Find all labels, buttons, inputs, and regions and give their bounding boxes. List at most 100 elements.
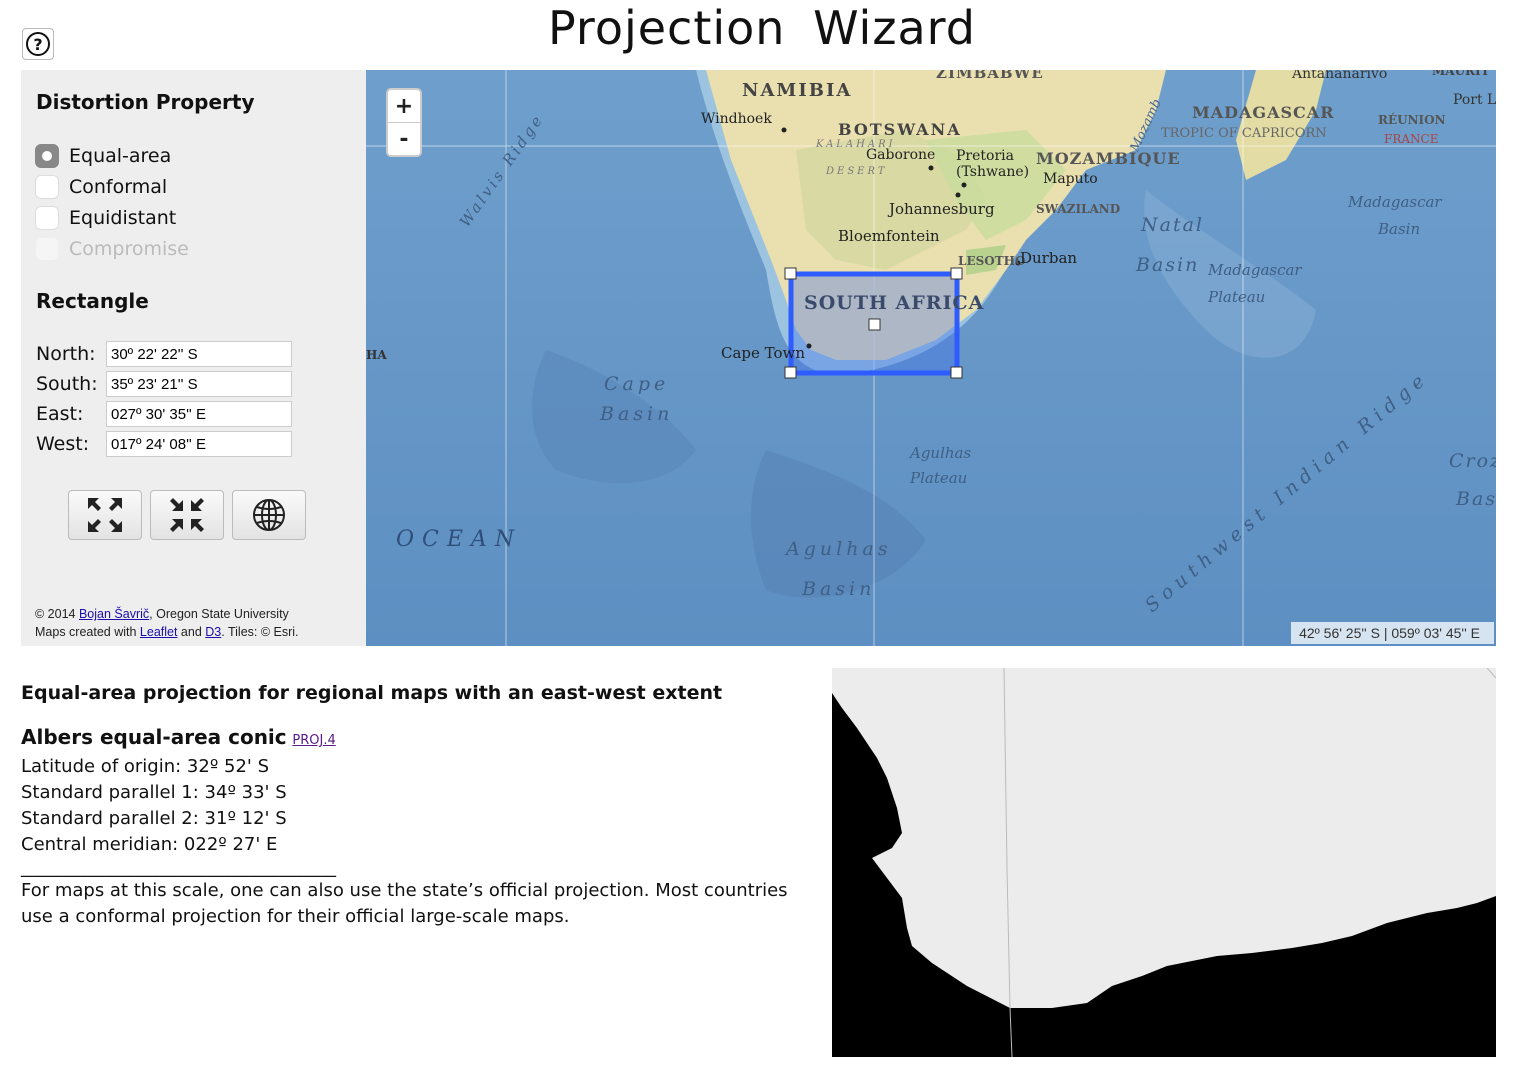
- expand-arrows-icon: [88, 498, 122, 532]
- map-label: Cape Town: [721, 344, 806, 362]
- map-label: BOTSWANA: [838, 120, 962, 139]
- radio-equidistant[interactable]: Equidistant: [35, 206, 176, 230]
- standard-parallel-1: Standard parallel 1: 34º 33' S: [21, 782, 287, 803]
- map-label: Plateau: [910, 469, 968, 487]
- west-row: West:: [36, 431, 292, 457]
- map-label: Basin: [1378, 220, 1421, 238]
- map-label: Johannesburg: [889, 200, 995, 218]
- south-label: South:: [36, 373, 98, 395]
- map-label: MOZAMBIQUE: [1036, 149, 1181, 168]
- west-input[interactable]: [106, 431, 292, 457]
- map-label: Basin: [802, 578, 876, 600]
- map-label: Port L: [1453, 92, 1496, 108]
- distortion-heading: Distortion Property: [36, 90, 255, 114]
- map-label: Plateau: [1208, 288, 1266, 306]
- world-extent-button[interactable]: [232, 490, 306, 540]
- credits-text: and: [177, 625, 206, 639]
- result-heading: Equal-area projection for regional maps …: [21, 682, 723, 704]
- north-input[interactable]: [106, 341, 292, 367]
- expand-extent-button[interactable]: [68, 490, 142, 540]
- map-label: Pretoria: [956, 148, 1014, 164]
- map-label: Windhoek: [701, 111, 772, 127]
- radio-label: Conformal: [69, 176, 168, 198]
- east-label: East:: [36, 403, 84, 425]
- divider-line: ___________________________________: [21, 857, 336, 878]
- map-label: NAMIBIA: [742, 80, 853, 101]
- map-label: Maputo: [1043, 171, 1098, 187]
- map-view[interactable]: ZIMBABWE Antananarivo MAURIT Port L NAMI…: [366, 70, 1496, 646]
- cursor-coordinates: 42º 56' 25'' S | 059º 03' 45'' E: [1291, 622, 1494, 644]
- map-label: Durban: [1020, 249, 1078, 267]
- credits-text: © 2014: [35, 607, 79, 621]
- radio-label: Equal-area: [69, 145, 172, 167]
- map-label: Madagascar: [1208, 261, 1302, 279]
- projection-name: Albers equal-area conic: [21, 725, 287, 749]
- central-meridian: Central meridian: 022º 27' E: [21, 834, 278, 855]
- east-input[interactable]: [106, 401, 292, 427]
- standard-parallel-2: Standard parallel 2: 31º 12' S: [21, 808, 287, 829]
- radio-conformal[interactable]: Conformal: [35, 175, 167, 199]
- map-label: Agulhas: [910, 444, 972, 462]
- rectangle-heading: Rectangle: [36, 289, 149, 313]
- radio-label: Equidistant: [69, 207, 177, 229]
- map-label: Natal: [1141, 214, 1204, 236]
- map-label: OCEAN: [396, 527, 523, 552]
- map-label: FRANCE: [1384, 132, 1439, 146]
- zoom-in-button[interactable]: +: [388, 90, 420, 123]
- radio-equal-area[interactable]: Equal-area: [35, 144, 171, 168]
- south-row: South:: [36, 371, 292, 397]
- map-label: DESERT: [826, 166, 888, 177]
- map-label: Cape: [604, 373, 670, 395]
- map-label: Agulhas: [786, 538, 892, 560]
- leaflet-link[interactable]: Leaflet: [140, 625, 178, 639]
- proj4-link[interactable]: PROJ.4: [292, 733, 335, 748]
- radio-button[interactable]: [35, 206, 59, 230]
- shrink-extent-button[interactable]: [150, 490, 224, 540]
- north-label: North:: [36, 343, 96, 365]
- radio-button: [35, 237, 59, 261]
- map-label: HA: [366, 348, 387, 362]
- map-label: Antananarivo: [1292, 70, 1388, 82]
- map-label: Basi: [1456, 488, 1496, 510]
- zoom-control: + -: [386, 88, 422, 157]
- map-label: Basin: [600, 403, 674, 425]
- radio-button[interactable]: [35, 175, 59, 199]
- zoom-out-button[interactable]: -: [388, 123, 420, 155]
- globe-icon: [253, 499, 285, 531]
- map-label: RÉUNION: [1378, 113, 1446, 127]
- map-label: (Tshwane): [956, 164, 1030, 180]
- credits-text: , Oregon State University: [149, 607, 289, 621]
- map-label: MADAGASCAR: [1192, 103, 1335, 122]
- east-row: East:: [36, 401, 292, 427]
- map-label: Croz: [1449, 450, 1496, 472]
- map-label: SOUTH AFRICA: [804, 292, 985, 314]
- map-label: MAURIT: [1432, 70, 1490, 78]
- compress-arrows-icon: [170, 498, 204, 532]
- result-note: For maps at this scale, one can also use…: [21, 880, 788, 927]
- control-panel: Distortion Property Equal-area Conformal…: [21, 70, 366, 646]
- credits-text: . Tiles: © Esri.: [221, 625, 299, 639]
- map-label: Bloemfontein: [838, 227, 940, 245]
- west-label: West:: [36, 433, 90, 455]
- map-label: LESOTHO: [958, 254, 1026, 268]
- radio-button[interactable]: [35, 144, 59, 168]
- map-label: TROPIC OF CAPRICORN: [1161, 126, 1327, 141]
- north-row: North:: [36, 341, 292, 367]
- preview-map: [832, 668, 1496, 1057]
- map-label: SWAZILAND: [1036, 202, 1121, 216]
- radio-compromise: Compromise: [35, 237, 189, 261]
- map-label: Gaborone: [866, 147, 936, 163]
- south-input[interactable]: [106, 371, 292, 397]
- map-label: ZIMBABWE: [936, 70, 1044, 82]
- credits: © 2014 Bojan Šavrič, Oregon State Univer…: [35, 605, 299, 641]
- result-details: Albers equal-area conic PROJ.4 Latitude …: [21, 724, 821, 930]
- projection-preview: [832, 668, 1496, 1057]
- latitude-of-origin: Latitude of origin: 32º 52' S: [21, 756, 270, 777]
- page-title: Projection Wizard: [548, 1, 976, 55]
- author-link[interactable]: Bojan Šavrič: [79, 607, 149, 621]
- credits-text: Maps created with: [35, 625, 140, 639]
- map-label: Basin: [1136, 254, 1200, 276]
- map-label: Madagascar: [1348, 193, 1442, 211]
- radio-label: Compromise: [69, 238, 189, 260]
- d3-link[interactable]: D3: [205, 625, 221, 639]
